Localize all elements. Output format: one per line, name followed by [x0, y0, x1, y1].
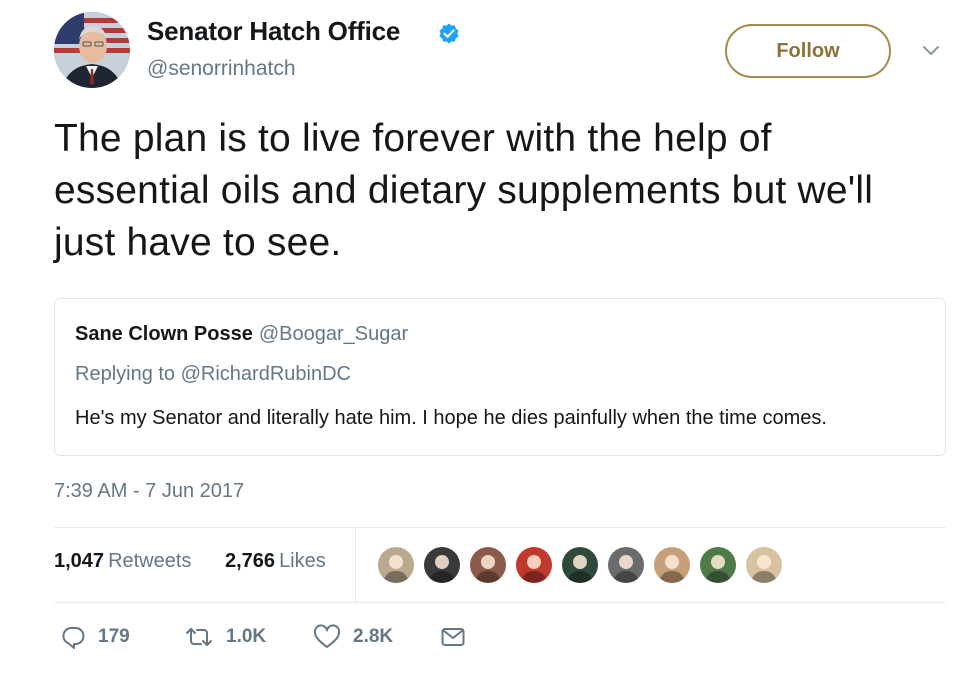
follow-button[interactable]: Follow	[725, 24, 891, 78]
retweet-button[interactable]: 1.0K	[184, 622, 266, 652]
reply-button[interactable]: 179	[60, 622, 130, 652]
verified-badge-icon	[439, 23, 459, 44]
tweet-header: Senator Hatch Office @senorrinhatch Foll…	[54, 12, 954, 92]
reply-count: 179	[98, 626, 130, 647]
liker-avatar-9[interactable]	[744, 545, 784, 585]
divider	[54, 602, 946, 603]
tweet-card: Senator Hatch Office @senorrinhatch Foll…	[0, 0, 980, 674]
liker-avatar-3[interactable]	[468, 545, 508, 585]
heart-icon	[313, 624, 341, 648]
tweet-text: The plan is to live forever with the hel…	[54, 117, 874, 264]
like-button[interactable]: 2.8K	[313, 622, 393, 652]
liker-avatar-7[interactable]	[652, 545, 692, 585]
retweet-stat[interactable]: 1,047 Retweets	[54, 550, 191, 573]
like-count: 2,766	[225, 550, 276, 572]
direct-message-button[interactable]	[440, 622, 466, 652]
retweet-action-count: 1.0K	[226, 626, 267, 647]
like-label: Likes	[279, 550, 326, 572]
liker-avatar-4-maple-leaf[interactable]	[514, 545, 554, 585]
liker-avatar-8[interactable]	[698, 545, 738, 585]
tweet-timestamp[interactable]: 7:39 AM - 7 Jun 2017	[54, 480, 244, 503]
retweet-count: 1,047	[54, 550, 105, 572]
liker-avatar-6[interactable]	[606, 545, 646, 585]
author-handle[interactable]: @senorrinhatch	[147, 57, 296, 81]
reply-icon	[62, 627, 85, 649]
envelope-icon	[441, 628, 465, 646]
quoted-handle: @Boogar_Sugar	[258, 323, 409, 345]
senator-portrait-avatar[interactable]	[54, 12, 130, 88]
liker-avatar-5[interactable]	[560, 545, 600, 585]
tweet-actions: 179 1.0K 2.8K	[54, 612, 654, 662]
quoted-replying-to: Replying to @RichardRubinDC	[75, 363, 351, 385]
author-display-name[interactable]: Senator Hatch Office	[147, 16, 400, 47]
retweet-label: Retweets	[108, 550, 192, 572]
quoted-tweet[interactable]: Sane Clown Posse @Boogar_Sugar Replying t…	[54, 298, 946, 456]
tweet-stats: 1,047 Retweets 2,766 Likes	[54, 528, 946, 602]
quoted-author: Sane Clown Posse @Boogar_Sugar	[75, 323, 408, 346]
like-action-count: 2.8K	[353, 626, 394, 647]
liker-avatar-1[interactable]	[376, 545, 416, 585]
stats-separator	[355, 528, 356, 602]
quoted-display-name: Sane Clown Posse	[75, 323, 253, 345]
chevron-down-icon[interactable]	[920, 40, 942, 62]
retweet-icon	[186, 628, 212, 646]
like-stat[interactable]: 2,766 Likes	[225, 550, 326, 573]
liker-avatar-2[interactable]	[422, 545, 462, 585]
quoted-text: He's my Senator and literally hate him. …	[75, 407, 827, 429]
